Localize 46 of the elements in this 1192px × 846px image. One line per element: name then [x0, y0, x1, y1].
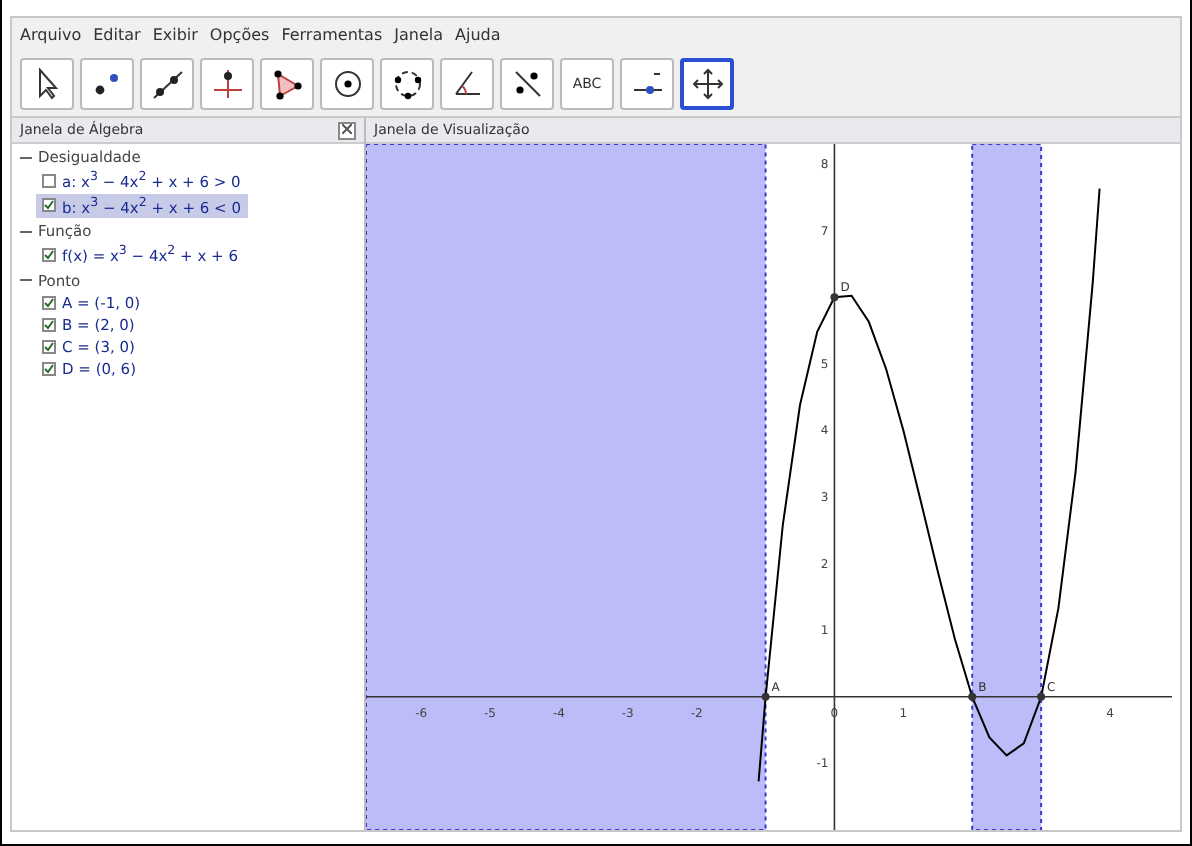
menu-item[interactable]: Janela	[394, 26, 443, 44]
tool-button[interactable]	[440, 58, 494, 110]
check-icon	[44, 249, 54, 260]
visibility-checkbox[interactable]	[42, 247, 56, 262]
tool-button[interactable]	[500, 58, 554, 110]
point-marker	[761, 692, 770, 701]
menu-item[interactable]: Arquivo	[20, 26, 82, 44]
tool-button[interactable]	[260, 58, 314, 110]
check-icon	[44, 297, 54, 307]
point-marker	[830, 293, 839, 302]
visibility-checkbox[interactable]	[42, 295, 56, 309]
collapse-icon	[20, 274, 32, 286]
triangle-icon	[269, 66, 305, 102]
collapse-icon	[20, 151, 32, 163]
reflect-line-icon	[509, 66, 545, 102]
tool-button[interactable]	[140, 58, 194, 110]
tool-button[interactable]	[320, 58, 374, 110]
check-icon	[44, 200, 54, 211]
menu-item[interactable]: Ferramentas	[281, 26, 383, 44]
perpendicular-icon	[209, 66, 245, 102]
menu-item[interactable]: Ajuda	[455, 26, 501, 44]
menu-item[interactable]: Opções	[209, 26, 270, 44]
close-button[interactable]	[338, 121, 356, 139]
circle-points-icon	[389, 66, 425, 102]
close-icon	[342, 123, 352, 133]
visibility-checkbox[interactable]	[42, 339, 56, 353]
collapse-icon	[20, 225, 32, 237]
line-icon	[149, 66, 185, 102]
check-icon	[44, 363, 54, 373]
tool-button[interactable]	[80, 58, 134, 110]
tool-button[interactable]	[620, 58, 674, 110]
tool-button[interactable]	[20, 58, 74, 110]
point-marker	[1037, 692, 1046, 701]
move-arrows-icon	[689, 66, 725, 102]
check-icon	[44, 319, 54, 329]
visibility-checkbox[interactable]	[42, 198, 56, 213]
point-marker	[968, 692, 977, 701]
tool-button[interactable]	[380, 58, 434, 110]
menu-item[interactable]: Exibir	[152, 26, 198, 44]
visibility-checkbox[interactable]	[42, 317, 56, 331]
visibility-checkbox[interactable]	[42, 173, 56, 188]
circle-icon	[329, 66, 365, 102]
visibility-checkbox[interactable]	[42, 361, 56, 375]
menu-item[interactable]: Editar	[93, 26, 141, 44]
check-icon	[44, 341, 54, 351]
tool-button[interactable]	[680, 58, 734, 110]
